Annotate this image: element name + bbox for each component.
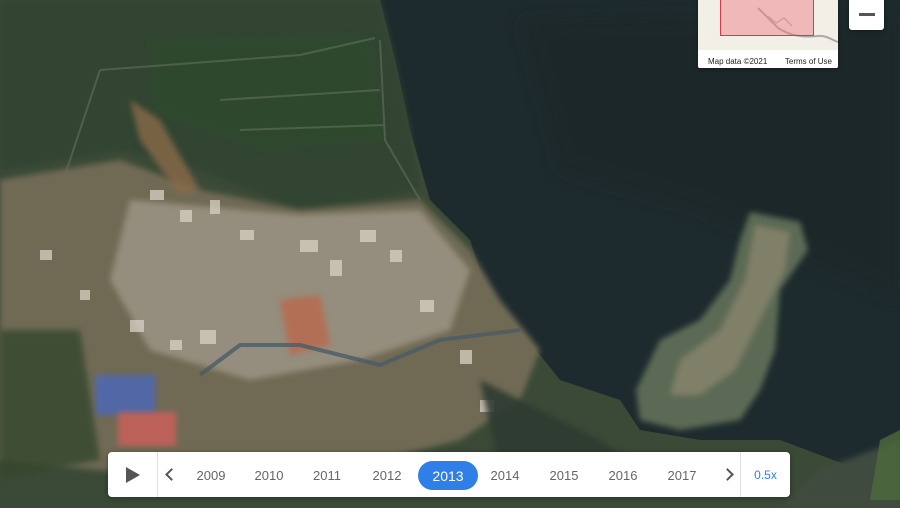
- play-icon: [125, 466, 140, 483]
- map-attribution: Map data ©2021: [708, 56, 768, 66]
- year-2015[interactable]: 2015: [534, 461, 594, 490]
- year-2010[interactable]: 2010: [239, 461, 299, 490]
- minimap-footer: Map data ©2021 Terms of Use: [698, 54, 838, 68]
- year-2009[interactable]: 2009: [181, 461, 241, 490]
- playback-speed-button[interactable]: 0.5x: [741, 452, 790, 497]
- next-year-button[interactable]: [718, 452, 740, 497]
- previous-year-button[interactable]: [158, 452, 180, 497]
- minimap-viewport[interactable]: [720, 0, 814, 36]
- year-2014[interactable]: 2014: [475, 461, 535, 490]
- minimap-map: [698, 0, 838, 50]
- timelapse-timeline: 2009 2010 2011 2012 2013 2014 2015 2016 …: [108, 452, 790, 497]
- year-2013-selected[interactable]: 2013: [418, 461, 478, 490]
- year-2016[interactable]: 2016: [593, 461, 653, 490]
- zoom-out-button[interactable]: [849, 0, 884, 30]
- year-2017[interactable]: 2017: [652, 461, 712, 490]
- overview-minimap[interactable]: Map data ©2021 Terms of Use: [698, 0, 838, 68]
- minus-icon: [858, 12, 875, 16]
- satellite-map[interactable]: [0, 0, 900, 508]
- year-2011[interactable]: 2011: [297, 461, 357, 490]
- terms-of-use-link[interactable]: Terms of Use: [785, 57, 832, 66]
- play-button[interactable]: [108, 452, 158, 497]
- chevron-right-icon: [720, 468, 734, 481]
- year-2012[interactable]: 2012: [357, 461, 417, 490]
- chevron-left-icon: [164, 468, 178, 481]
